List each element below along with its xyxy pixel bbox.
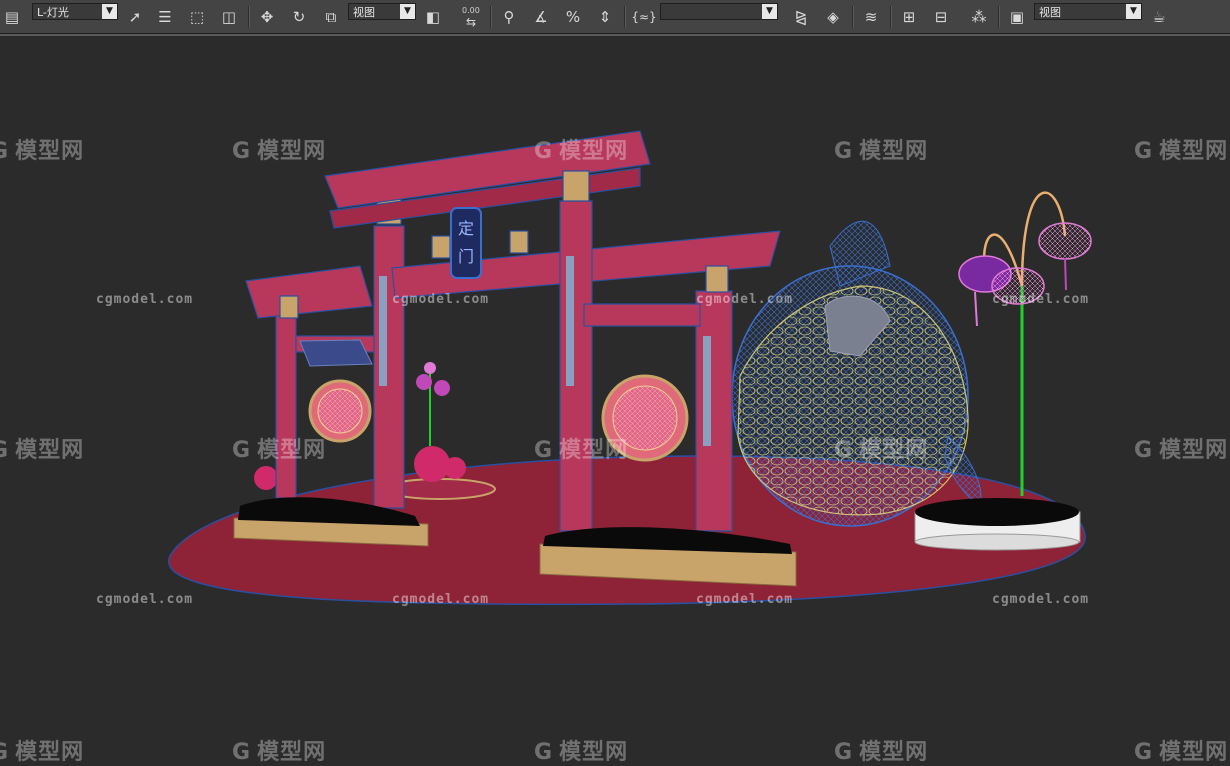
selection-filter-dropdown[interactable]: L-灯光 ▼ — [32, 3, 118, 20]
scale-icon[interactable]: ⧉ — [318, 4, 344, 30]
pink-ball — [254, 466, 278, 490]
watermark-logo-icon: G — [834, 438, 854, 463]
gate-sign: 定 门 — [450, 207, 482, 279]
small-lamp-head — [424, 362, 436, 374]
align-icon[interactable]: ◈ — [820, 4, 846, 30]
window-crossing-icon[interactable]: ◫ — [216, 4, 242, 30]
toolbar-divider — [998, 6, 1000, 28]
watermark-brand: G模型网 — [232, 740, 327, 765]
watermark-url: cgmodel.com — [992, 592, 1090, 607]
selection-filter-value: L-灯光 — [37, 6, 69, 19]
small-lamp-head — [416, 374, 432, 390]
watermark-logo-icon: G — [534, 438, 554, 463]
watermark-logo-icon: G — [834, 139, 854, 164]
toolbar-divider — [248, 6, 250, 28]
watermark-brand: G模型网 — [0, 432, 84, 464]
pink-ball — [414, 446, 450, 482]
spinner-snap-toggle[interactable]: 0.00 ⇆ — [456, 4, 486, 30]
left-roof — [299, 339, 373, 367]
watermark-url: cgmodel.com — [392, 592, 490, 607]
select-by-name-icon[interactable]: ☰ — [152, 4, 178, 30]
watermark-logo-icon: G — [1134, 438, 1154, 463]
reference-coordinate-value: 视图 — [353, 6, 375, 19]
watermark-url: cgmodel.com — [992, 292, 1090, 307]
render-setup-icon[interactable]: ▣ — [1004, 4, 1030, 30]
mirror-icon[interactable]: ⧎ — [788, 4, 814, 30]
render-preset-dropdown[interactable]: 视图 ▼ — [1034, 3, 1142, 20]
main-toolbar: ▤ L-灯光 ▼ ➚ ☰ ⬚ ◫ ✥ ↻ ⧉ 视图 ▼ ◧ 0.00 ⇆ ⚲ ∡… — [0, 0, 1230, 34]
watermark-url: cgmodel.com — [392, 292, 490, 307]
watermark-logo-icon: G — [232, 740, 252, 765]
watermark-brand: G模型网 — [0, 133, 84, 165]
watermark-logo-icon: G — [834, 740, 854, 765]
watermark-url: cgmodel.com — [696, 592, 794, 607]
chevron-down-icon: ▼ — [102, 4, 117, 19]
percent-snap-icon[interactable]: % — [560, 4, 586, 30]
watermark-url: cgmodel.com — [96, 592, 194, 607]
named-selection-sets-dropdown[interactable]: ▼ — [660, 3, 778, 20]
rotate-icon[interactable]: ↻ — [286, 4, 312, 30]
sign-char-1: 定 — [458, 219, 474, 238]
sign-char-2: 门 — [458, 247, 474, 266]
layer-manager-icon[interactable]: ≋ — [858, 4, 884, 30]
perspective-viewport[interactable]: 定 门 G模型网 G模型网 G模型网 G模型网 G模型网 G模型网 G模型网 G… — [0, 36, 1230, 766]
angle-snap-icon[interactable]: ∡ — [528, 4, 554, 30]
watermark-brand: G模型网 — [232, 139, 327, 164]
watermark-logo-icon: G — [1134, 740, 1154, 765]
chevron-down-icon: ▼ — [1126, 4, 1141, 19]
material-editor-icon[interactable]: ⁂ — [966, 4, 992, 30]
render-teapot-icon[interactable]: ☕ — [1146, 4, 1172, 30]
layers-app-icon[interactable]: ▤ — [0, 4, 24, 30]
watermark-brand: G模型网 — [834, 139, 929, 164]
watermark-logo-icon: G — [534, 139, 554, 164]
round-planter-right — [914, 498, 1081, 551]
tall-lamp-group — [958, 191, 1092, 496]
keyboard-shortcut-icon: ⇆ — [465, 15, 477, 29]
watermark-logo-icon: G — [232, 438, 252, 463]
watermark-logo-icon: G — [0, 438, 9, 463]
curly-braces-icon: {≈} — [631, 10, 657, 24]
watermark-logo-icon: G — [534, 740, 554, 765]
watermark-url: cgmodel.com — [96, 292, 194, 307]
watermark-brand: G模型网 — [834, 740, 929, 765]
curve-editor-icon[interactable]: ⊞ — [896, 4, 922, 30]
pivot-icon[interactable]: ◧ — [420, 4, 446, 30]
move-icon[interactable]: ✥ — [254, 4, 280, 30]
watermark-brand: G模型网 — [534, 139, 629, 164]
schematic-view-icon[interactable]: ⊟ — [928, 4, 954, 30]
watermark-logo-icon: G — [232, 139, 252, 164]
rectangle-region-icon[interactable]: ⬚ — [184, 4, 210, 30]
chevron-down-icon: ▼ — [400, 4, 415, 19]
watermark-logo-icon: G — [1134, 139, 1154, 164]
watermark-brand: G模型网 — [534, 740, 629, 765]
chevron-down-icon: ▼ — [762, 4, 777, 19]
watermark-brand: G模型网 — [1134, 438, 1229, 463]
toolbar-divider — [890, 6, 892, 28]
watermark-url: cgmodel.com — [696, 292, 794, 307]
fish-sculpture — [731, 220, 982, 527]
watermark-brand: G模型网 — [834, 438, 929, 463]
render-preset-value: 视图 — [1039, 6, 1061, 19]
watermark-brand: G模型网 — [1134, 740, 1229, 765]
small-lamp-head — [434, 380, 450, 396]
snap-toggle-icon[interactable]: ⚲ — [496, 4, 522, 30]
toolbar-divider — [490, 6, 492, 28]
pink-ball — [444, 457, 466, 479]
toolbar-divider — [624, 6, 626, 28]
watermark-logo-icon: G — [0, 740, 9, 765]
toolbar-divider — [852, 6, 854, 28]
watermark-brand: G模型网 — [232, 438, 327, 463]
select-arrow-icon[interactable]: ➚ — [122, 4, 148, 30]
watermark-logo-icon: G — [0, 139, 9, 164]
watermark-brand: G模型网 — [1134, 139, 1229, 164]
spinner-snap-icon[interactable]: ⇕ — [592, 4, 618, 30]
watermark-brand: G模型网 — [534, 438, 629, 463]
reference-coordinate-dropdown[interactable]: 视图 ▼ — [348, 3, 416, 20]
spinner-value: 0.00 — [462, 6, 480, 15]
watermark-brand: G模型网 — [0, 734, 84, 766]
edit-named-selection-button[interactable]: {≈} — [630, 4, 658, 30]
